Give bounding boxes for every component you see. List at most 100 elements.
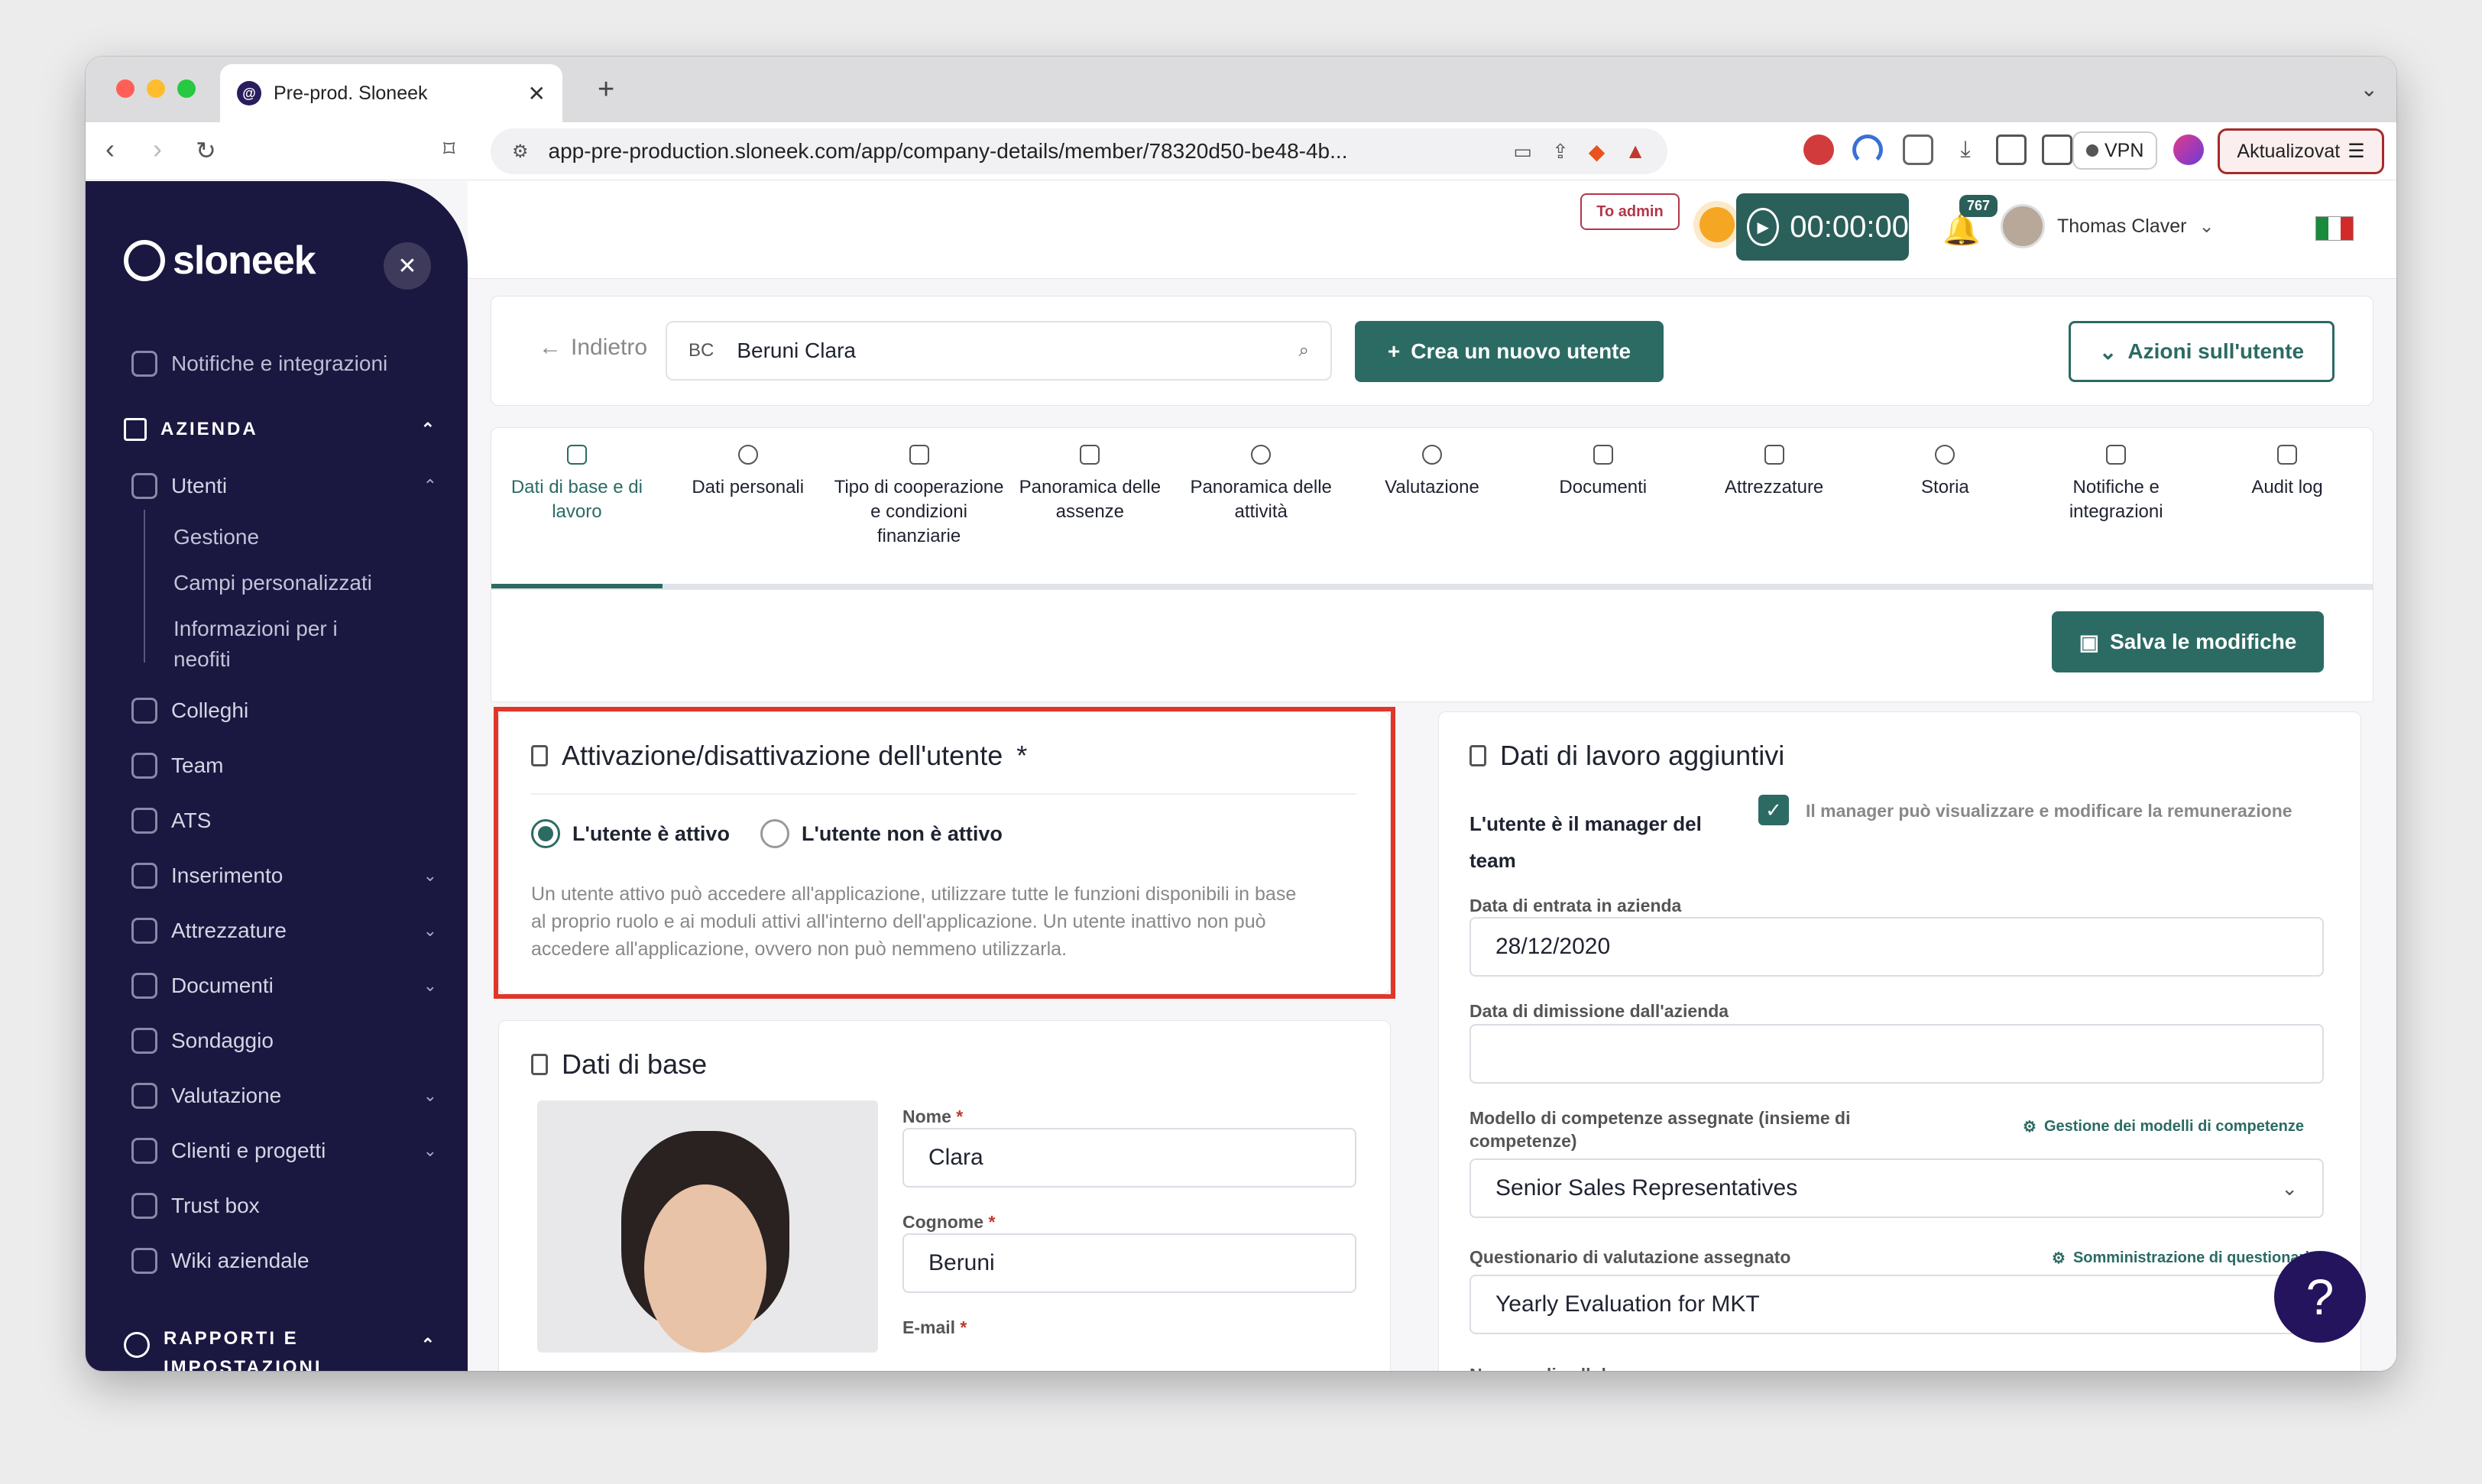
forward-arrow-icon[interactable]: › (153, 133, 162, 165)
tab-equipment[interactable]: Attrezzature (1689, 428, 1860, 585)
minimize-window-button[interactable] (147, 79, 165, 98)
last-name-field[interactable]: Beruni (902, 1233, 1356, 1293)
tab-absences-overview[interactable]: Panoramica delle assenze (1004, 428, 1175, 585)
brave-shield-icon[interactable]: ◆ (1589, 139, 1606, 164)
browser-tab[interactable]: @ Pre-prod. Sloneek ✕ (220, 64, 562, 122)
sidebar-item-users[interactable]: Utenti ⌃ (131, 473, 437, 499)
tab-audit-log[interactable]: Audit log (2202, 428, 2373, 585)
new-tab-icon[interactable]: + (598, 73, 614, 106)
vpn-button[interactable]: VPN (2072, 131, 2158, 170)
brave-ai-icon[interactable] (2173, 134, 2204, 165)
competence-model-select[interactable]: Senior Sales Representatives ⌄ (1469, 1158, 2324, 1218)
play-icon[interactable]: ▶ (1747, 208, 1780, 246)
save-icon: ▣ (2079, 630, 2100, 654)
questionnaire-admin-link[interactable]: ⚙ Somministrazione di questionari (2052, 1249, 2312, 1268)
bookmark-icon[interactable]: ⌑ (443, 136, 455, 163)
sidebar-subitem-newcomer-info-line1[interactable]: Informazioni per i (173, 617, 338, 641)
extension-arc-icon[interactable] (1852, 134, 1883, 165)
sidebar-section-company[interactable]: AZIENDA ⌃ (124, 418, 437, 441)
back-label: Indietro (571, 335, 648, 360)
activation-help-text: Un utente attivo può accedere all'applic… (531, 880, 1296, 963)
tab-personal-data[interactable]: Dati personali (663, 428, 834, 585)
manager-checkbox-label: Il manager può visualizzare e modificare… (1806, 801, 2292, 821)
sidebar-item-wiki[interactable]: Wiki aziendale (131, 1248, 437, 1274)
sloneek-logo[interactable]: sloneek (124, 238, 316, 284)
tab-evaluation[interactable]: Valutazione (1346, 428, 1518, 585)
sidebar-item-notifications[interactable]: Notifiche e integrazioni (131, 351, 437, 377)
user-actions-label: Azioni sull'utente (2127, 339, 2305, 363)
tab-basic-work-data[interactable]: Dati di base e di lavoro (491, 428, 663, 585)
sidebar-item-label: Attrezzature (171, 919, 287, 942)
tools-icon (1764, 445, 1784, 465)
entry-date-field[interactable]: 28/12/2020 (1469, 917, 2324, 977)
sidebar-item-ats[interactable]: ATS (131, 808, 437, 834)
extensions-puzzle-icon[interactable] (1903, 134, 1933, 165)
to-admin-button[interactable]: To admin (1580, 193, 1680, 230)
create-user-button[interactable]: + Crea un nuovo utente (1355, 321, 1664, 382)
sidebar-item-poll[interactable]: Sondaggio (131, 1028, 437, 1054)
back-arrow-icon[interactable]: ‹ (105, 133, 115, 165)
sidebar-section-reports[interactable]: RAPPORTI E IMPOSTAZIONI ⌃ (124, 1324, 437, 1371)
user-photo[interactable] (537, 1100, 878, 1353)
sidebar-item-equipment[interactable]: Attrezzature ⌄ (131, 918, 437, 944)
radio-user-inactive[interactable]: L'utente non è attivo (760, 819, 1003, 848)
work-data-card: Dati di lavoro aggiuntivi L'utente è il … (1438, 711, 2361, 1371)
competence-models-link[interactable]: ⚙ Gestione dei modelli di competenze (2023, 1117, 2304, 1136)
italian-flag-icon[interactable] (2315, 216, 2354, 241)
user-actions-button[interactable]: ⌄ Azioni sull'utente (2069, 321, 2335, 382)
close-tab-icon[interactable]: ✕ (528, 81, 546, 106)
close-sidebar-button[interactable]: ✕ (384, 242, 431, 290)
sidebar-item-team[interactable]: Team (131, 753, 437, 779)
tab-cooperation-type[interactable]: Tipo di cooperazione e condizioni finanz… (834, 428, 1005, 585)
sidebar-item-trust-box[interactable]: Trust box (131, 1193, 437, 1219)
basic-data-card: Dati di base Nome * Clara Cognome * Beru… (498, 1020, 1391, 1371)
sidebar-item-colleagues[interactable]: Colleghi (131, 698, 437, 724)
close-window-button[interactable] (116, 79, 134, 98)
tab-documents[interactable]: Documenti (1518, 428, 1689, 585)
tab-list-chevron-icon[interactable]: ⌄ (2360, 76, 2378, 102)
extension-red-icon[interactable] (1803, 134, 1834, 165)
manager-checkbox[interactable]: ✓ (1758, 795, 1789, 825)
sidebar-item-clients-projects[interactable]: Clienti e progetti ⌄ (131, 1138, 437, 1164)
questionnaire-select[interactable]: Yearly Evaluation for MKT (1469, 1275, 2324, 1334)
tab-notifications[interactable]: Notifiche e integrazioni (2030, 428, 2202, 585)
sidebar-item-evaluation[interactable]: Valutazione ⌄ (131, 1083, 437, 1109)
link-text: Somministrazione di questionari (2072, 1249, 2309, 1266)
user-menu[interactable]: Thomas Claver ⌄ (2001, 204, 2215, 248)
first-name-field[interactable]: Clara (902, 1128, 1356, 1188)
sidebar-subitem-custom-fields[interactable]: Campi personalizzati (173, 571, 372, 595)
sidebar-subitem-newcomer-info-line2[interactable]: neofiti (173, 647, 231, 672)
sidebar-subitem-management[interactable]: Gestione (173, 525, 259, 549)
sidebar-item-onboarding[interactable]: Inserimento ⌄ (131, 863, 437, 889)
wallet-icon[interactable] (2042, 134, 2072, 165)
save-button[interactable]: ▣ Salva le modifiche (2052, 611, 2324, 672)
exit-date-field[interactable] (1469, 1024, 2324, 1084)
download-icon[interactable]: ⤓ (1950, 134, 1981, 165)
back-link[interactable]: ← Indietro (539, 335, 647, 361)
radio-user-active[interactable]: L'utente è attivo (531, 819, 730, 848)
bell-icon[interactable]: 🔔 (1943, 212, 1981, 248)
sun-icon (1699, 207, 1735, 242)
section-label: AZIENDA (160, 419, 258, 439)
label-line-2: competenze) (1469, 1131, 1577, 1151)
sidebar-toggle-icon[interactable] (1996, 134, 2027, 165)
share-icon[interactable]: ⇪ (1552, 140, 1569, 164)
url-bar[interactable]: ⚙ app-pre-production.sloneek.com/app/com… (491, 128, 1667, 174)
site-settings-icon[interactable]: ⚙ (512, 141, 529, 163)
folder-icon (131, 973, 157, 999)
required-marker: * (960, 1317, 967, 1337)
help-button[interactable]: ? (2274, 1251, 2366, 1343)
update-button[interactable]: Aktualizovat ☰ (2218, 128, 2384, 174)
tab-label: Documenti (1559, 477, 1648, 497)
zoom-window-button[interactable] (177, 79, 196, 98)
time-tracker[interactable]: ▶ 00:00:00 (1736, 193, 1909, 261)
tab-activities-overview[interactable]: Panoramica delle attività (1175, 428, 1346, 585)
sidebar-item-label: Clienti e progetti (171, 1139, 326, 1162)
brave-rewards-icon[interactable]: ▲ (1625, 139, 1646, 164)
reload-icon[interactable]: ↻ (196, 136, 216, 165)
cast-icon[interactable]: ▭ (1513, 140, 1532, 164)
sidebar-item-documents[interactable]: Documenti ⌄ (131, 973, 437, 999)
user-search-input[interactable]: BC Beruni Clara ⌕ (666, 321, 1332, 381)
tab-history[interactable]: Storia (1860, 428, 2031, 585)
first-name-label: Nome * (902, 1107, 963, 1127)
